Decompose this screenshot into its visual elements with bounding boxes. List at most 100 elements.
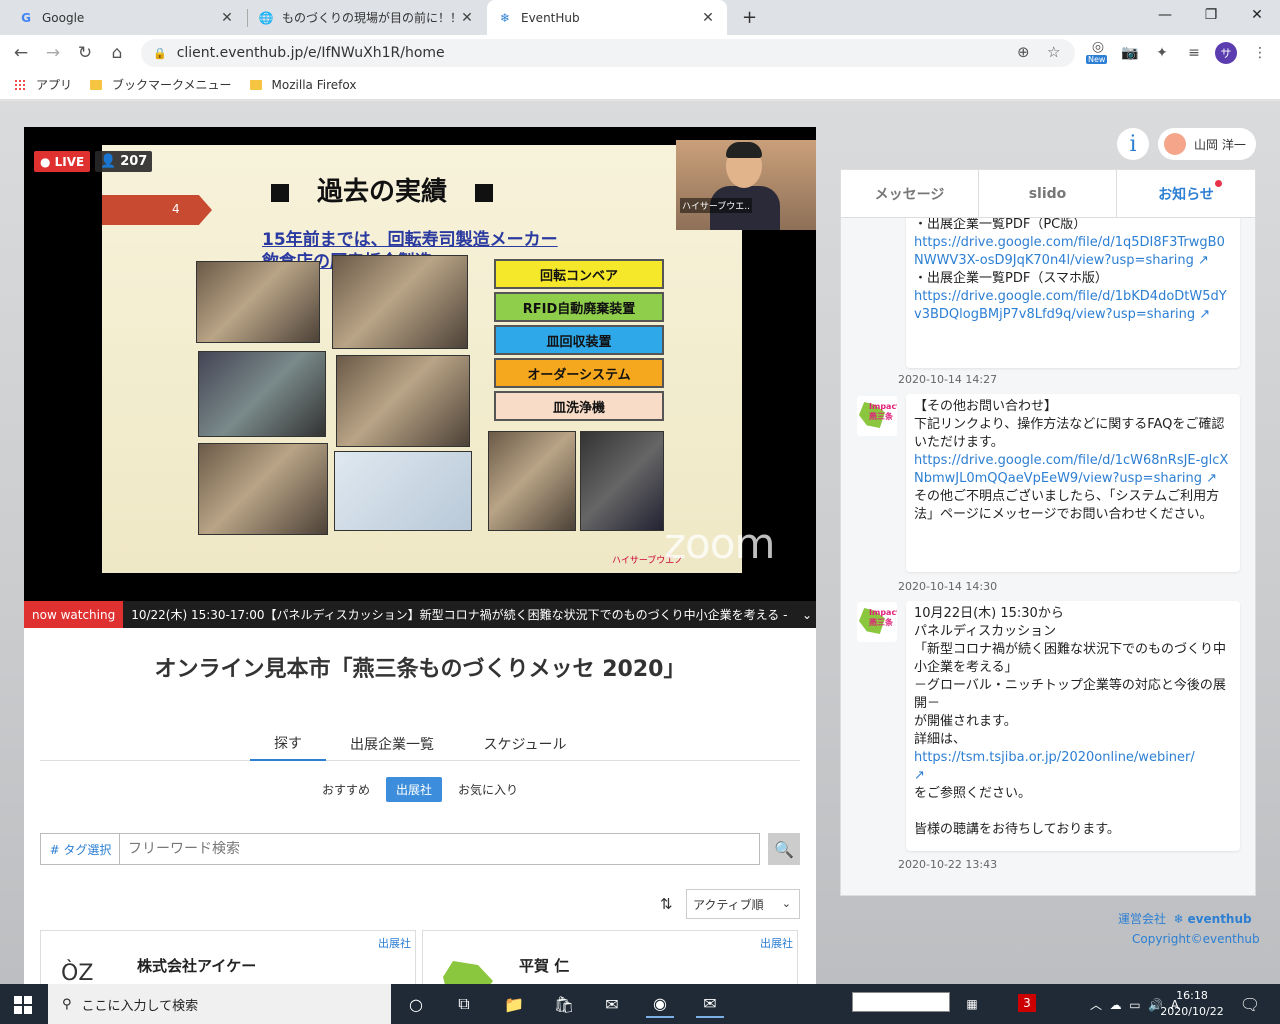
now-watching-bar[interactable]: now watching 10/22(木) 15:30-17:00【パネルディス…: [24, 601, 816, 628]
store-icon[interactable]: 🛍: [550, 990, 578, 1018]
tab-title: ものづくりの現場が目の前に！！新: [282, 11, 458, 25]
restore-icon[interactable]: ❐: [1188, 0, 1234, 30]
close-icon[interactable]: ✕: [218, 10, 236, 26]
tab-search[interactable]: 探す: [250, 727, 326, 761]
ime-dropdown[interactable]: [852, 992, 950, 1012]
exhibitor-card[interactable]: 出展社 平賀 仁: [422, 930, 798, 984]
camera-icon[interactable]: 📷: [1118, 41, 1142, 65]
tab-exhibitors[interactable]: 出展企業一覧: [340, 727, 444, 761]
tab-schedule[interactable]: スケジュール: [470, 727, 580, 761]
ime-toolbar-icon[interactable]: ▦: [958, 990, 986, 1018]
forward-icon[interactable]: →: [40, 40, 66, 66]
slide-title: 過去の実績: [102, 171, 662, 208]
cortana-icon[interactable]: ○: [402, 990, 430, 1018]
tab-slido[interactable]: slido: [979, 170, 1117, 218]
close-icon[interactable]: ✕: [699, 10, 717, 26]
live-badge: ● LIVE: [34, 151, 91, 172]
panel-tabs: メッセージ slido お知らせ: [841, 170, 1255, 218]
exhibitor-card[interactable]: 出展社 ÒZ 株式会社アイケー: [40, 930, 416, 984]
extension-new-icon[interactable]: ◎ New: [1086, 39, 1110, 65]
notification-app-icon[interactable]: 3: [1018, 994, 1036, 1012]
impact-logo: Impact! 燕三条: [857, 602, 897, 642]
notice-feed[interactable]: ・出展企業一覧PDF（PC版） https://drive.google.com…: [841, 218, 1255, 895]
minimize-icon[interactable]: —: [1142, 0, 1188, 30]
tab-title: Google: [42, 10, 85, 25]
reload-icon[interactable]: ↻: [72, 40, 98, 66]
apps-grid-icon: [14, 78, 26, 91]
address-bar[interactable]: 🔒 client.eventhub.jp/e/IfNWuXh1R/home ⊕ …: [141, 39, 1075, 67]
copyright: Copyright©eventhub: [1132, 932, 1260, 946]
sub-tabs: おすすめ 出展社 お気に入り: [24, 777, 816, 802]
slide-box-order-system: オーダーシステム: [494, 358, 664, 388]
external-link-icon: ↗: [1193, 253, 1209, 268]
sort-select[interactable]: アクティブ順 ⌄: [686, 889, 800, 919]
person-icon: 👤: [100, 154, 117, 169]
notice-link[interactable]: https://tsm.tsjiba.or.jp/2020online/webi…: [914, 750, 1195, 765]
subtab-favorites[interactable]: お気に入り: [448, 777, 528, 802]
media-list-icon[interactable]: ≡: [1182, 41, 1206, 65]
bookmark-menu[interactable]: ブックマークメニュー: [90, 76, 232, 93]
eventhub-icon: ❄: [1173, 912, 1184, 926]
slide-photo: [336, 355, 470, 447]
windows-start-icon[interactable]: [14, 996, 32, 1014]
notice-link[interactable]: https://drive.google.com/file/d/1q5DI8F3…: [914, 235, 1225, 268]
external-link-icon: ↗: [914, 768, 925, 783]
notice-link[interactable]: https://drive.google.com/file/d/1bKD4doD…: [914, 289, 1227, 322]
chrome-icon[interactable]: ◉: [646, 990, 674, 1018]
search-input[interactable]: [119, 833, 760, 865]
search-icon: ⚲: [62, 996, 72, 1012]
window-close-icon[interactable]: ✕: [1234, 0, 1280, 30]
folder-icon: [249, 79, 262, 90]
browser-tab-google[interactable]: G Google ✕: [8, 0, 246, 35]
bookmark-star-icon[interactable]: ☆: [1047, 43, 1060, 61]
new-tab-button[interactable]: +: [732, 0, 764, 35]
action-center-icon[interactable]: 🗨: [1236, 990, 1264, 1018]
page-title: オンライン見本市「燕三条ものづくりメッセ 2020」: [154, 657, 686, 682]
tab-messages[interactable]: メッセージ: [841, 170, 979, 218]
video-player[interactable]: 4 過去の実績 15年前までは、回転寿司製造メーカー 飲食店の厨房板金製造 回転…: [24, 127, 816, 601]
notice-message: ・出展企業一覧PDF（PC版） https://drive.google.com…: [906, 218, 1240, 368]
company-logo: ÒZ: [61, 961, 94, 984]
browser-tab-monozukuri[interactable]: 🌐 ものづくりの現場が目の前に！！新 ✕: [248, 0, 486, 35]
slide-box-dishwasher: 皿洗浄機: [494, 391, 664, 421]
search-button[interactable]: 🔍: [768, 833, 800, 865]
chevron-down-icon[interactable]: ⌄: [798, 608, 816, 622]
sort-row: ⇅ アクティブ順 ⌄: [660, 889, 800, 919]
slide-box-plate-collector: 皿回収装置: [494, 325, 664, 355]
info-icon[interactable]: i: [1117, 128, 1149, 160]
mail-icon[interactable]: ✉: [598, 990, 626, 1018]
profile-avatar[interactable]: サ: [1214, 41, 1238, 65]
tab-notices[interactable]: お知らせ: [1117, 170, 1255, 218]
slide-photo: [196, 261, 320, 343]
bookmark-apps[interactable]: アプリ: [14, 76, 72, 93]
slide-photo: [332, 255, 468, 349]
exhibitor-badge: 出展社: [378, 937, 411, 950]
notice-link[interactable]: https://drive.google.com/file/d/1cW68nRs…: [914, 453, 1228, 486]
outlook-icon[interactable]: ✉: [696, 990, 724, 1018]
bookmark-firefox[interactable]: Mozilla Firefox: [249, 78, 356, 92]
task-view-icon[interactable]: ⧉: [450, 990, 478, 1018]
subtab-exhibitor[interactable]: 出展社: [385, 777, 442, 802]
subtab-recommended[interactable]: おすすめ: [312, 777, 380, 802]
menu-kebab-icon[interactable]: ⋮: [1248, 41, 1272, 65]
zoom-watermark: zoom: [664, 519, 775, 568]
slide-photo: [488, 431, 576, 531]
back-icon[interactable]: ←: [8, 40, 34, 66]
user-menu[interactable]: 山岡 洋一: [1158, 128, 1256, 160]
home-icon[interactable]: ⌂: [104, 40, 130, 66]
browser-tab-eventhub[interactable]: ❄ EventHub ✕: [487, 0, 727, 35]
explorer-icon[interactable]: 📁: [500, 990, 528, 1018]
tag-select-button[interactable]: # タグ選択: [40, 833, 120, 865]
globe-icon: 🌐: [258, 10, 274, 25]
taskbar-search[interactable]: ⚲ ここに入力して検索: [48, 984, 391, 1024]
taskbar-clock[interactable]: 16:18 2020/10/22: [1160, 988, 1224, 1020]
add-circle-icon[interactable]: ⊕: [1017, 43, 1030, 61]
notice-message: 【その他お問い合わせ】 下記リンクより、操作方法などに関するFAQをご確認いただ…: [906, 394, 1240, 572]
search-icon: 🔍: [774, 839, 794, 859]
operator-company[interactable]: 運営会社 ❄ eventhub: [1118, 910, 1252, 927]
speaker-name: ハイサーブウエ..: [680, 198, 753, 213]
puzzle-icon[interactable]: ✦: [1150, 41, 1174, 65]
speaker-camera: ハイサーブウエ..: [676, 140, 816, 230]
url-text: client.eventhub.jp/e/IfNWuXh1R/home: [176, 45, 445, 61]
close-icon[interactable]: ✕: [458, 10, 476, 26]
